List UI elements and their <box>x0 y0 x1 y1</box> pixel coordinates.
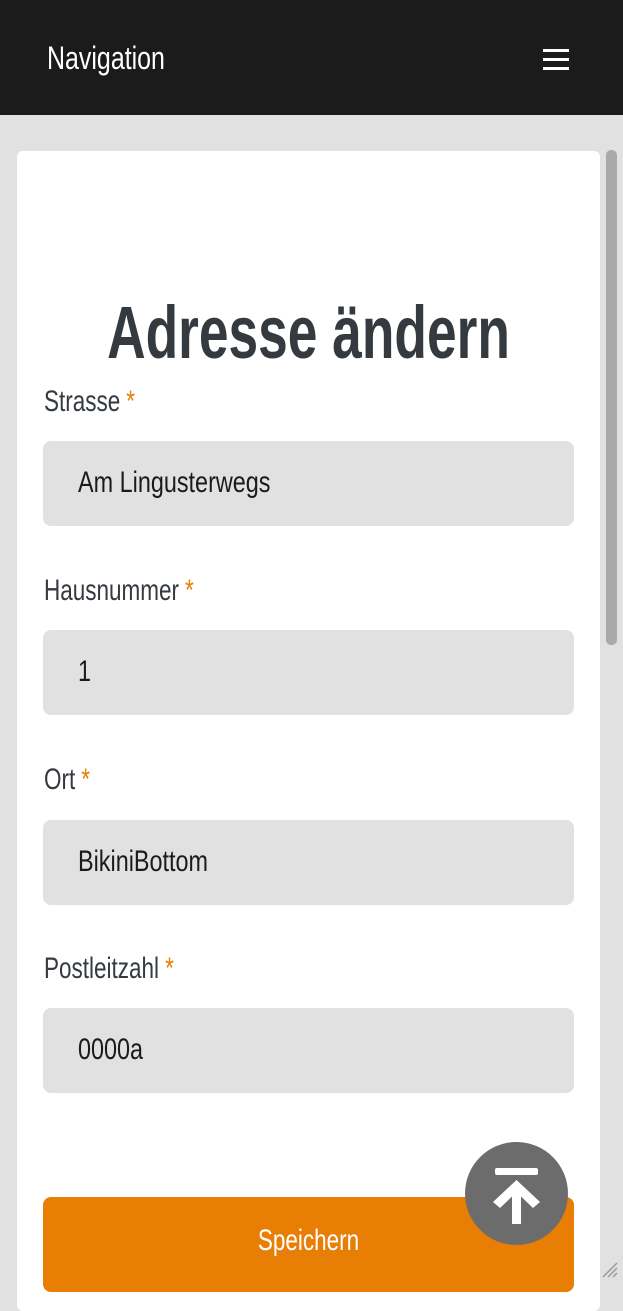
city-label: Ort * <box>44 762 90 798</box>
street-input-value: Am Lingusterwegs <box>78 466 271 499</box>
top-navbar: Navigation <box>0 0 623 115</box>
house-number-label: Hausnummer * <box>44 573 194 609</box>
nav-brand[interactable]: Navigation <box>47 38 165 78</box>
city-input-value: BikiniBottom <box>78 845 209 878</box>
required-marker: * <box>165 952 174 985</box>
resize-grip-icon[interactable] <box>600 1260 618 1278</box>
required-marker: * <box>81 763 91 796</box>
postal-code-input-value: 0000a <box>78 1033 144 1066</box>
city-input[interactable]: BikiniBottom <box>43 820 574 905</box>
required-marker: * <box>126 385 136 418</box>
postal-code-label-text: Postleitzahl <box>44 952 160 985</box>
street-label-text: Strasse <box>44 385 121 418</box>
required-marker: * <box>185 574 194 607</box>
postal-code-input[interactable]: 0000a <box>43 1008 574 1093</box>
postal-code-label: Postleitzahl * <box>44 951 174 987</box>
page-title: Adresse ändern <box>107 290 510 374</box>
house-number-label-text: Hausnummer <box>44 574 180 607</box>
city-label-text: Ort <box>44 763 76 796</box>
street-input[interactable]: Am Lingusterwegs <box>43 441 574 526</box>
arrow-up-to-top-icon[interactable] <box>465 1142 568 1245</box>
hamburger-menu-icon[interactable] <box>536 42 576 78</box>
arrow-up-to-top-glyph <box>493 1168 540 1224</box>
house-number-input[interactable]: 1 <box>43 630 574 715</box>
save-button-label: Speichern <box>257 1224 360 1257</box>
scrollbar-thumb[interactable] <box>606 150 617 645</box>
street-label: Strasse * <box>44 384 135 420</box>
house-number-input-value: 1 <box>78 655 92 688</box>
